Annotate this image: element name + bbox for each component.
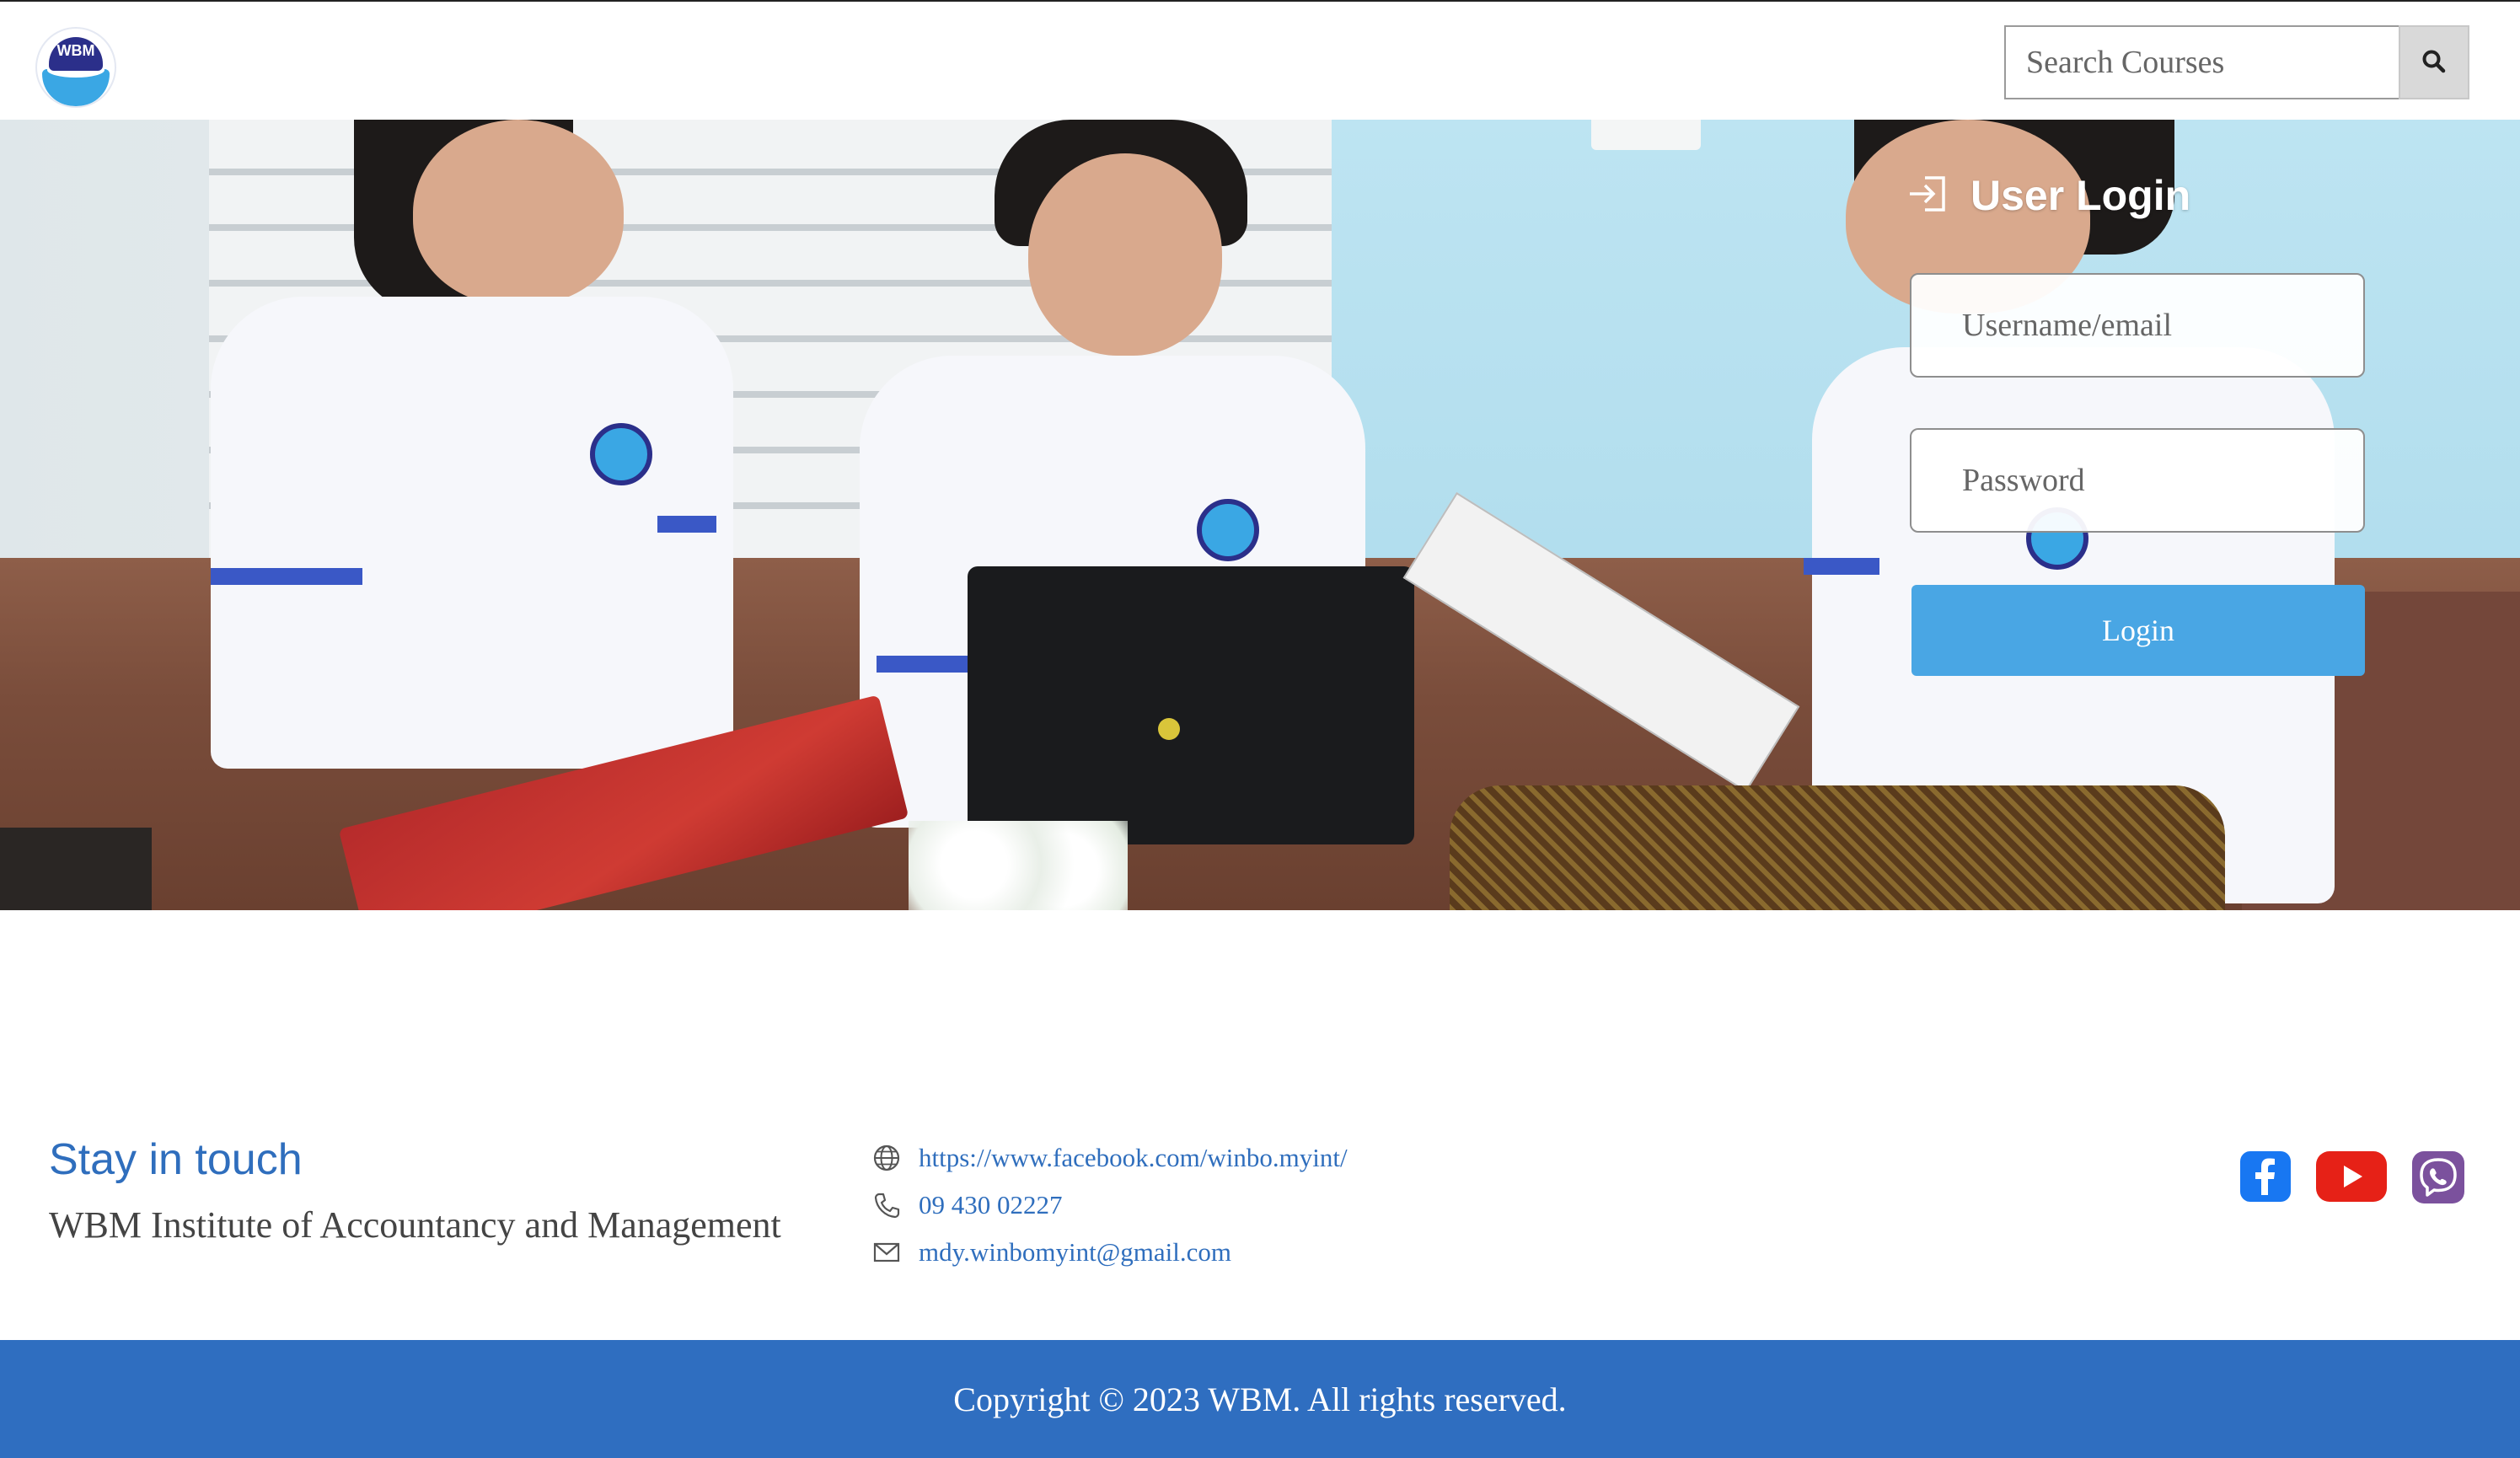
globe-icon: [871, 1143, 902, 1173]
copyright-text: Copyright © 2023 WBM. All rights reserve…: [953, 1380, 1567, 1418]
hero-laptop: [968, 566, 1414, 844]
contact-website: https://www.facebook.com/winbo.myint/: [871, 1139, 1348, 1177]
facebook-page-link[interactable]: https://www.facebook.com/winbo.myint/: [919, 1143, 1348, 1173]
hero-flowers: [909, 821, 1128, 910]
username-email-field[interactable]: [1910, 273, 2365, 378]
laptop-sticker: [1158, 718, 1180, 740]
contact-email: mdy.winbomyint@gmail.com: [871, 1234, 1231, 1271]
copyright-footer-bar: Copyright © 2023 WBM. All rights reserve…: [0, 1340, 2520, 1458]
phone-icon: [871, 1190, 902, 1220]
login-title-row: User Login: [1906, 169, 2190, 222]
facebook-icon[interactable]: [2240, 1151, 2291, 1202]
hero-table-edge: [0, 828, 152, 910]
stay-in-touch-heading: Stay in touch: [49, 1135, 303, 1184]
youtube-icon[interactable]: [2316, 1151, 2387, 1202]
password-field[interactable]: [1910, 428, 2365, 533]
search-icon: [2421, 49, 2447, 77]
login-title: User Login: [1970, 172, 2191, 219]
organization-name: WBM Institute of Accountancy and Managem…: [49, 1204, 781, 1246]
top-navigation-bar: WBM: [0, 0, 2520, 120]
mail-icon: [871, 1237, 902, 1268]
sign-in-icon: [1906, 173, 1949, 219]
search-bar: [2004, 25, 2469, 99]
phone-number-link[interactable]: 09 430 02227: [919, 1190, 1063, 1220]
login-button[interactable]: Login: [1911, 585, 2365, 676]
wbm-logo[interactable]: WBM: [35, 27, 116, 108]
logo-text: WBM: [56, 42, 95, 59]
hero-longyi: [1450, 785, 2225, 910]
viber-icon[interactable]: [2412, 1151, 2464, 1203]
search-courses-input[interactable]: [2004, 25, 2399, 99]
email-link[interactable]: mdy.winbomyint@gmail.com: [919, 1237, 1231, 1268]
hero-wall-outlet: [1591, 120, 1701, 150]
contact-phone: 09 430 02227: [871, 1187, 1063, 1224]
search-button[interactable]: [2399, 25, 2469, 99]
